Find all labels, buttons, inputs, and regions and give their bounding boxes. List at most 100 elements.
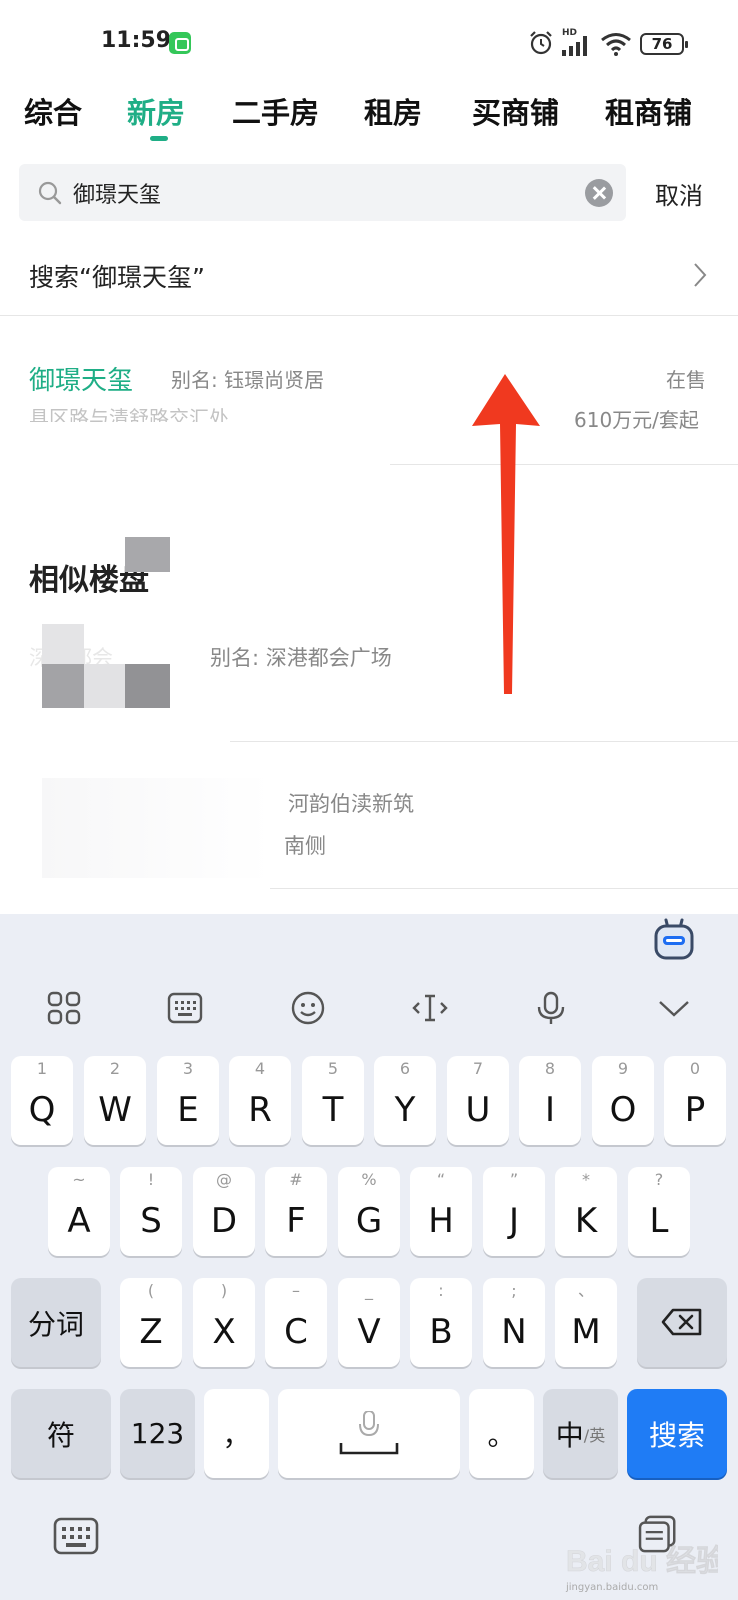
key-k[interactable]: * K: [555, 1167, 617, 1256]
key-hint: 8: [544, 1059, 556, 1078]
key-hint: 、: [577, 1281, 594, 1300]
key-hint: 6: [399, 1059, 411, 1078]
search-key[interactable]: 搜索: [627, 1389, 727, 1478]
key-o[interactable]: 9O: [592, 1056, 654, 1145]
key-f[interactable]: # F: [265, 1167, 327, 1256]
cancel-button[interactable]: 取消: [655, 176, 703, 211]
tab-new-homes[interactable]: 新房: [127, 90, 185, 132]
collapse-keyboard-icon[interactable]: [656, 990, 692, 1026]
divider: [230, 741, 738, 742]
result-name: 御璟天玺: [29, 366, 134, 396]
microphone-icon[interactable]: [533, 990, 569, 1026]
key-hint: @: [216, 1170, 232, 1189]
symbol-key[interactable]: 符: [11, 1389, 111, 1478]
key-j[interactable]: ” J: [483, 1167, 545, 1256]
key-letter: K: [574, 1201, 598, 1241]
key-g[interactable]: % G: [338, 1167, 400, 1256]
key-i[interactable]: 8I: [519, 1056, 581, 1145]
result-item[interactable]: 御璟天玺 别名: 钰璟尚贤居 在售 具区路与清舒路交汇处 610万元/套起: [0, 346, 738, 464]
key-d[interactable]: @ D: [193, 1167, 255, 1256]
search-suggestion-text: 搜索“御璟天玺”: [29, 263, 205, 292]
key-letter: C: [284, 1312, 308, 1352]
backspace-key[interactable]: [637, 1278, 727, 1367]
key-hint: 2: [109, 1059, 121, 1078]
signal-icon: [562, 36, 587, 56]
chevron-right-icon: [694, 263, 707, 287]
cursor-move-icon[interactable]: [412, 990, 448, 1026]
tab-rent-shops[interactable]: 租商铺: [605, 90, 692, 132]
key-letter: I: [544, 1090, 556, 1130]
key-z[interactable]: (Z: [120, 1278, 182, 1367]
tab-rent[interactable]: 租房: [364, 90, 422, 132]
status-time: 11:59: [101, 28, 172, 53]
space-key[interactable]: [278, 1389, 460, 1478]
keyboard-switch-icon[interactable]: [53, 1517, 99, 1555]
key-e[interactable]: 3E: [157, 1056, 219, 1145]
battery-level: 76: [651, 35, 673, 53]
clear-icon[interactable]: [585, 179, 613, 207]
key-label: 中/英: [543, 1389, 618, 1478]
key-y[interactable]: 6Y: [374, 1056, 436, 1145]
mosaic-block: [42, 664, 84, 708]
key-hint: ;: [511, 1281, 517, 1300]
key-q[interactable]: 1Q: [11, 1056, 73, 1145]
backspace-icon: [661, 1308, 702, 1336]
tab-second-hand[interactable]: 二手房: [232, 90, 319, 132]
key-hint: *: [582, 1170, 590, 1189]
key-u[interactable]: 7U: [447, 1056, 509, 1145]
key-hint: ): [220, 1281, 228, 1300]
key-letter: E: [177, 1090, 199, 1130]
key-h[interactable]: “H: [410, 1167, 472, 1256]
comma-key[interactable]: ，: [204, 1389, 269, 1478]
key-label: 。: [487, 1418, 516, 1452]
key-letter: P: [684, 1090, 706, 1130]
search-input[interactable]: [73, 164, 573, 221]
language-toggle-key[interactable]: 中/英: [543, 1389, 618, 1478]
key-letter: H: [428, 1201, 454, 1241]
key-letter: M: [571, 1312, 601, 1352]
period-key[interactable]: 。: [469, 1389, 534, 1478]
key-t[interactable]: 5T: [302, 1056, 364, 1145]
key-letter: R: [248, 1090, 272, 1130]
segment-key[interactable]: 分词: [11, 1278, 101, 1367]
wifi-icon: [601, 33, 631, 56]
key-v[interactable]: _ V: [338, 1278, 400, 1367]
key-hint: !: [147, 1170, 155, 1189]
key-r[interactable]: 4R: [229, 1056, 291, 1145]
key-letter: J: [508, 1201, 520, 1241]
key-hint: ”: [509, 1170, 519, 1189]
status-bar: 11:59 HD 76: [0, 0, 738, 80]
key-letter: L: [649, 1201, 669, 1241]
similar-item-alias: 别名: 深港都会广场: [210, 646, 392, 670]
key-hint: 5: [327, 1059, 339, 1078]
apps-grid-icon[interactable]: [46, 990, 82, 1026]
similar-item-alias: 河韵伯渎新筑: [288, 792, 414, 816]
key-letter: D: [210, 1201, 238, 1241]
result-address: 具区路与清舒路交汇处: [29, 406, 229, 422]
keyboard-layout-icon[interactable]: [167, 990, 203, 1026]
key-w[interactable]: 2W: [84, 1056, 146, 1145]
keyboard: [0, 914, 738, 1600]
red-arrow-annotation: [472, 374, 540, 694]
key-a[interactable]: ~ A: [48, 1167, 110, 1256]
key-hint: 9: [617, 1059, 629, 1078]
app-notification-icon: [169, 32, 191, 54]
key-hint: #: [289, 1170, 303, 1189]
key-n[interactable]: ; N: [483, 1278, 545, 1367]
emoji-icon[interactable]: [290, 990, 326, 1026]
key-s[interactable]: ! S: [120, 1167, 182, 1256]
key-letter: B: [429, 1312, 453, 1352]
key-x[interactable]: ) X: [193, 1278, 255, 1367]
tab-comprehensive[interactable]: 综合: [24, 90, 82, 132]
key-p[interactable]: 0P: [664, 1056, 726, 1145]
key-c[interactable]: – C: [265, 1278, 327, 1367]
tab-buy-shops[interactable]: 买商铺: [472, 90, 559, 132]
key-l[interactable]: ? L: [628, 1167, 690, 1256]
lang-main: 中: [555, 1418, 584, 1452]
active-tab-indicator: [150, 136, 168, 141]
numbers-key[interactable]: 123: [120, 1389, 195, 1478]
assistant-robot-icon[interactable]: [654, 918, 694, 960]
key-m[interactable]: 、 M: [555, 1278, 617, 1367]
key-b[interactable]: :B: [410, 1278, 472, 1367]
search-suggestion-row[interactable]: 搜索“御璟天玺”: [0, 236, 738, 316]
